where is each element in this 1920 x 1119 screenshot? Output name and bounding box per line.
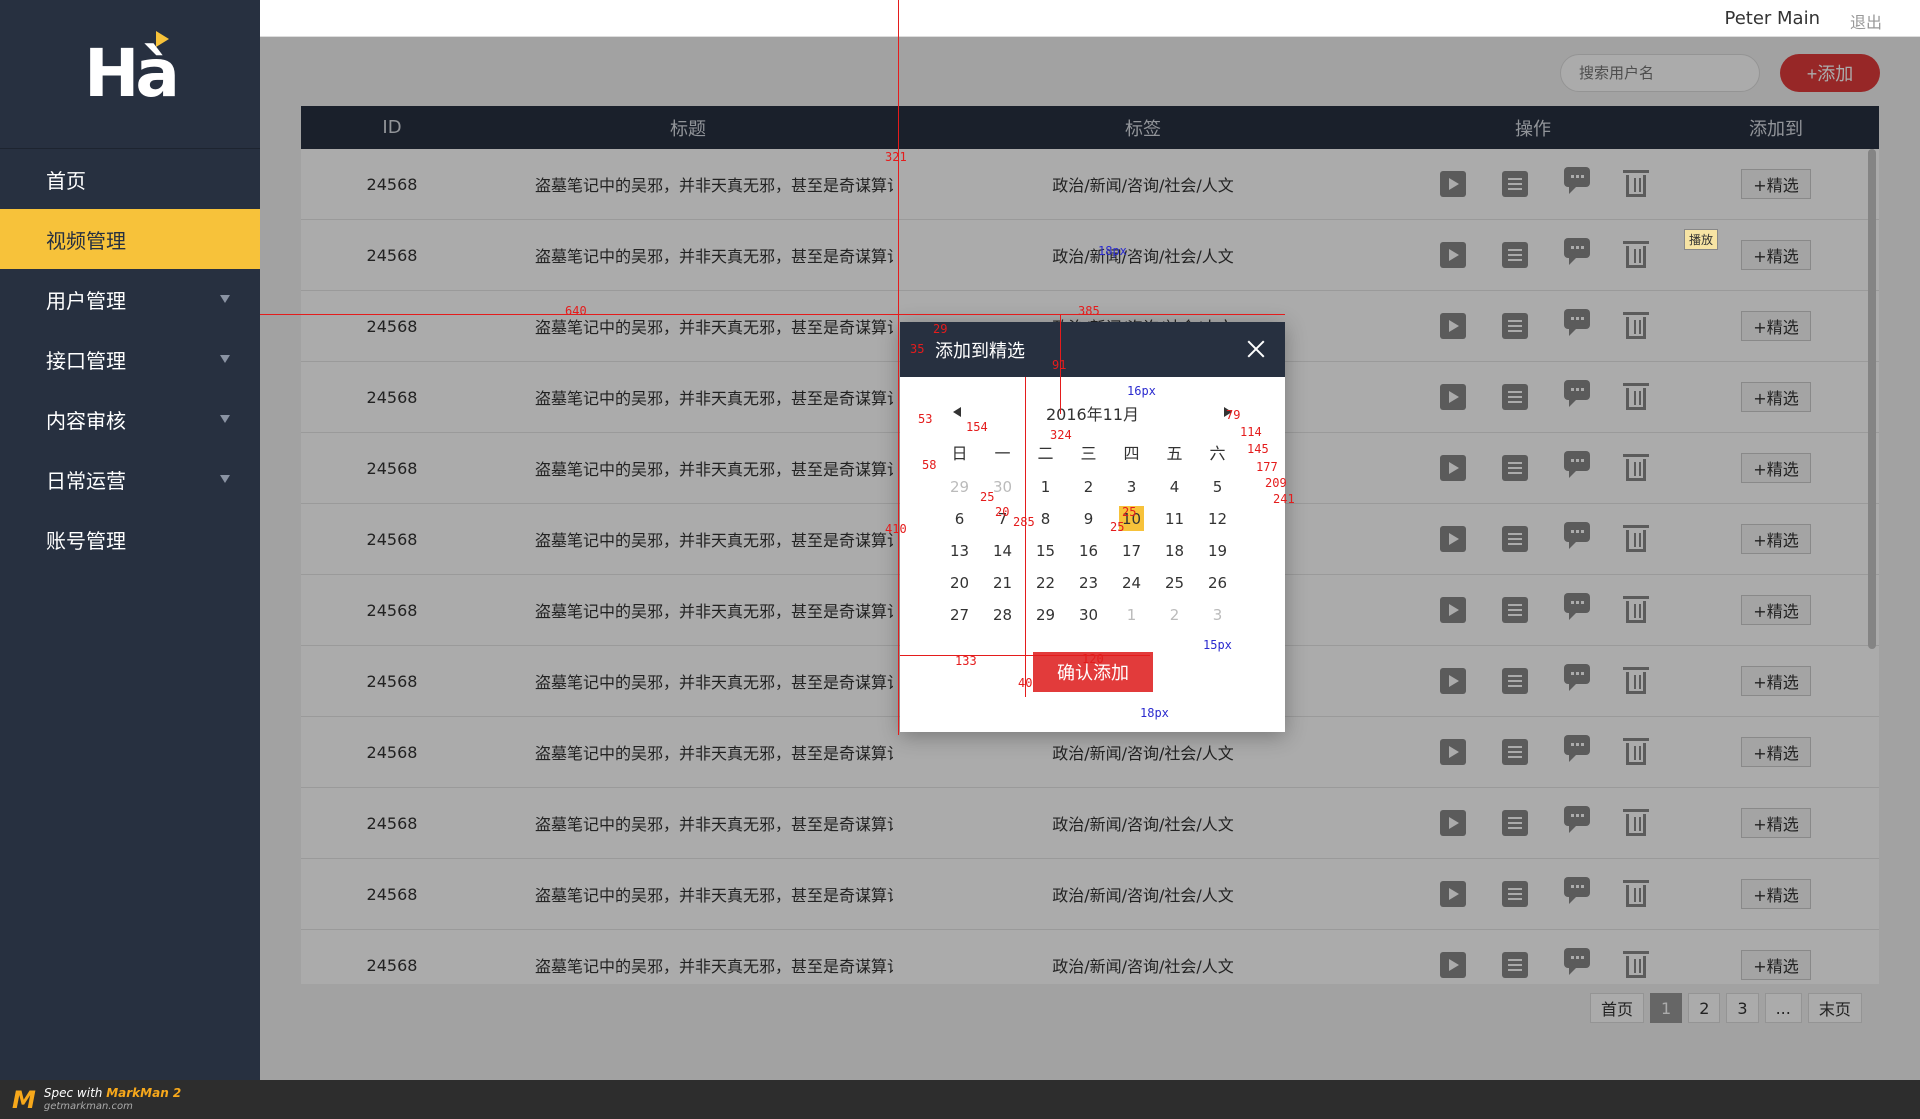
calendar-day[interactable]: 30 — [1067, 602, 1110, 627]
calendar-day[interactable]: 20 — [938, 570, 981, 595]
caret-down-icon — [220, 355, 230, 363]
sidebar: Hà 首页 视频管理 用户管理 接口管理 内容审核 日常运营 账号管理 — [0, 0, 260, 1080]
calendar-day[interactable]: 3 — [1110, 474, 1153, 499]
markman-text: Spec with MarkMan 2 getmarkman.com — [43, 1085, 182, 1113]
caret-down-icon — [220, 295, 230, 303]
calendar-day[interactable]: 13 — [938, 538, 981, 563]
caret-down-icon — [220, 475, 230, 483]
sidebar-item-label: 用户管理 — [46, 288, 126, 313]
calendar-day[interactable]: 18 — [1153, 538, 1196, 563]
calendar-day[interactable]: 24 — [1110, 570, 1153, 595]
weekday-label: 日 — [951, 444, 968, 463]
caret-down-icon — [220, 415, 230, 423]
weekday-label: 二 — [1037, 444, 1054, 463]
sidebar-item-label: 日常运营 — [46, 468, 126, 493]
calendar-day[interactable]: 17 — [1110, 538, 1153, 563]
calendar-day[interactable]: 9 — [1067, 506, 1110, 531]
calendar-day[interactable]: 6 — [938, 506, 981, 531]
calendar-day[interactable]: 29 — [1024, 602, 1067, 627]
confirm-add-button[interactable]: 确认添加 — [1033, 652, 1153, 692]
calendar-day[interactable]: 29 — [938, 474, 981, 499]
sidebar-item-label: 内容审核 — [46, 408, 126, 433]
sidebar-item-home[interactable]: 首页 — [0, 149, 260, 209]
calendar-day[interactable]: 21 — [981, 570, 1024, 595]
sidebar-item-operations[interactable]: 日常运营 — [0, 449, 260, 509]
markman-site: getmarkman.com — [43, 1100, 133, 1112]
logout-link[interactable]: 退出 — [1850, 9, 1882, 33]
calendar-day[interactable]: 3 — [1196, 602, 1239, 627]
sidebar-item-label: 账号管理 — [46, 528, 126, 553]
calendar-day[interactable]: 7 — [981, 506, 1024, 531]
add-to-featured-dialog: 添加到精选 2016年11月 日一二三四五六 29 30 1 2 3 4 5 6 7 8 9 10 11 1… — [900, 322, 1285, 732]
calendar-day[interactable]: 19 — [1196, 538, 1239, 563]
sidebar-item-video[interactable]: 视频管理 — [0, 209, 260, 269]
calendar-day[interactable]: 8 — [1024, 506, 1067, 531]
markman-footer: M Spec with MarkMan 2 getmarkman.com — [0, 1080, 1920, 1119]
calendar-day[interactable]: 26 — [1196, 570, 1239, 595]
calendar-day[interactable]: 5 — [1196, 474, 1239, 499]
weekday-label: 四 — [1123, 444, 1140, 463]
calendar-day[interactable]: 2 — [1153, 602, 1196, 627]
calendar-day[interactable]: 23 — [1067, 570, 1110, 595]
weekday-label: 一 — [994, 444, 1011, 463]
calendar-day[interactable]: 1 — [1024, 474, 1067, 499]
markman-brand: Spec with — [43, 1085, 103, 1100]
calendar-day[interactable]: 4 — [1153, 474, 1196, 499]
markman-logo-icon: M — [12, 1085, 36, 1114]
calendar-day-selected[interactable]: 10 — [1110, 506, 1153, 531]
weekday-label: 六 — [1209, 444, 1226, 463]
sidebar-item-label: 接口管理 — [46, 348, 126, 373]
sidebar-item-accounts[interactable]: 账号管理 — [0, 509, 260, 569]
calendar-day[interactable]: 25 — [1153, 570, 1196, 595]
sidebar-item-review[interactable]: 内容审核 — [0, 389, 260, 449]
calendar-day[interactable]: 22 — [1024, 570, 1067, 595]
user-name[interactable]: Peter Main — [1724, 8, 1820, 29]
sidebar-item-label: 视频管理 — [46, 228, 126, 253]
calendar-day[interactable]: 14 — [981, 538, 1024, 563]
calendar-day[interactable]: 12 — [1196, 506, 1239, 531]
dialog-header: 添加到精选 — [900, 322, 1285, 377]
weekday-label: 五 — [1166, 444, 1183, 463]
calendar-day[interactable]: 15 — [1024, 538, 1067, 563]
dialog-title: 添加到精选 — [935, 340, 1025, 362]
calendar-day[interactable]: 27 — [938, 602, 981, 627]
tooltip-play: 播放 — [1684, 229, 1719, 250]
calendar-day[interactable]: 16 — [1067, 538, 1110, 563]
calendar-day[interactable]: 11 — [1153, 506, 1196, 531]
calendar-day[interactable]: 2 — [1067, 474, 1110, 499]
logo[interactable]: Hà — [0, 0, 260, 149]
calendar-day[interactable]: 28 — [981, 602, 1024, 627]
calendar-nav: 2016年11月 — [900, 401, 1285, 437]
markman-product: MarkMan 2 — [106, 1085, 182, 1100]
weekday-label: 三 — [1080, 444, 1097, 463]
selected-day-label: 10 — [1119, 506, 1144, 531]
calendar-grid: 日一二三四五六 29 30 1 2 3 4 5 6 7 8 9 10 11 12 13 14 15 16 17 18 19… — [938, 437, 1285, 627]
close-icon[interactable] — [1245, 338, 1267, 360]
top-bar: Peter Main 退出 — [260, 0, 1920, 37]
sidebar-item-api[interactable]: 接口管理 — [0, 329, 260, 389]
sidebar-item-label: 首页 — [46, 168, 86, 193]
sidebar-item-users[interactable]: 用户管理 — [0, 269, 260, 329]
play-accent-icon — [156, 31, 170, 47]
calendar-day[interactable]: 1 — [1110, 602, 1153, 627]
logo-mark: Hà — [84, 31, 180, 107]
next-month-icon[interactable] — [1224, 407, 1232, 417]
nav-menu: 首页 视频管理 用户管理 接口管理 内容审核 日常运营 账号管理 — [0, 149, 260, 569]
calendar-day[interactable]: 30 — [981, 474, 1024, 499]
